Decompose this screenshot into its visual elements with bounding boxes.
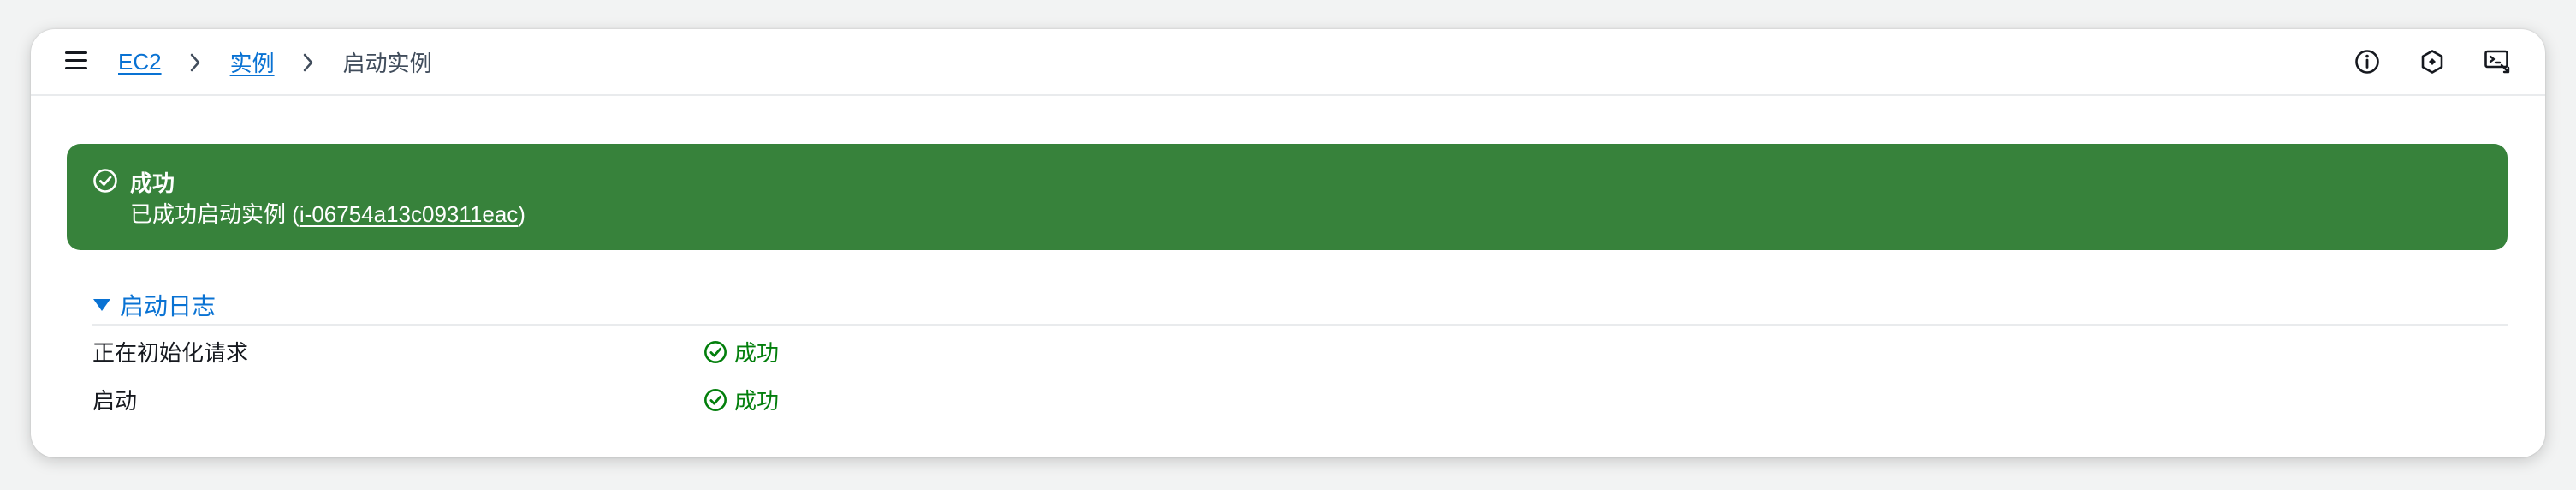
top-navigation-bar: EC2 实例 启动实例 [31,29,2545,96]
menu-icon[interactable] [65,51,87,70]
log-step-label: 启动 [92,388,138,414]
success-flash-banner: 成功 已成功启动实例 (i-06754a13c09311eac) [67,144,2508,250]
app-window: EC2 实例 启动实例 成功 已成功启动实例 (i-06754a13c09311… [31,29,2545,457]
breadcrumb-instances-link[interactable]: 实例 [230,46,275,78]
chevron-right-icon [292,48,326,75]
info-icon[interactable] [2350,45,2384,79]
launch-log-title: 启动日志 [120,293,217,320]
log-step-label: 正在初始化请求 [92,340,249,366]
breadcrumb-ec2-link[interactable]: EC2 [118,49,162,75]
breadcrumb-current-page: 启动实例 [342,50,432,76]
caret-down-icon [92,286,118,324]
log-status-text: 成功 [734,340,780,366]
chevron-right-icon [179,48,213,75]
log-row: 启动 成功 [92,373,2508,421]
instance-id-link[interactable]: i-06754a13c09311eac [300,201,518,227]
log-row: 正在初始化请求 成功 [92,326,2508,373]
success-check-circle-icon [704,340,727,363]
cloudshell-icon[interactable] [2480,45,2514,79]
log-status: 成功 [703,384,779,415]
breadcrumb: EC2 实例 启动实例 [118,46,432,78]
header-tools [2350,45,2514,79]
launch-log-section: 启动日志 正在初始化请求 成功 启动 成功 [92,286,2508,421]
log-status: 成功 [703,336,779,368]
launch-log-expander[interactable]: 启动日志 [92,286,2508,326]
flash-message: 已成功启动实例 (i-06754a13c09311eac) [130,197,525,229]
log-status-text: 成功 [734,388,780,414]
flash-title: 成功 [130,170,175,196]
flash-message-prefix: 已成功启动实例 ( [130,201,300,227]
success-check-circle-icon [704,388,727,411]
flash-message-suffix: ) [518,201,525,227]
success-check-circle-icon [92,168,118,198]
feedback-icon[interactable] [2415,45,2449,79]
